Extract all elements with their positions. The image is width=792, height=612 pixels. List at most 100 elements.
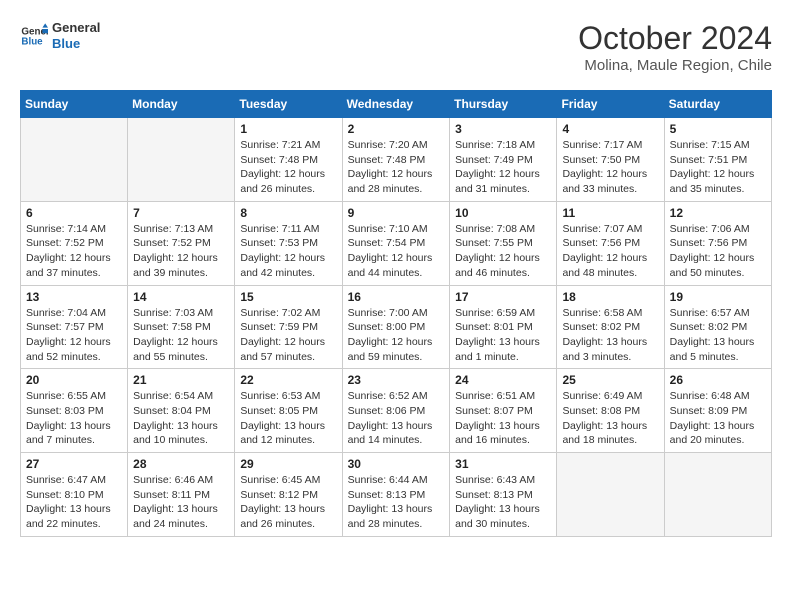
day-number: 19 <box>670 290 766 304</box>
weekday-header-wednesday: Wednesday <box>342 91 450 118</box>
svg-text:Blue: Blue <box>21 36 43 47</box>
weekday-header-tuesday: Tuesday <box>235 91 342 118</box>
calendar-cell: 21Sunrise: 6:54 AM Sunset: 8:04 PM Dayli… <box>128 369 235 453</box>
calendar-cell: 16 Sunrise: 7:00 AM Sunset: 8:00 PM Dayli… <box>342 285 450 369</box>
day-info: Sunrise: 6:43 AM Sunset: 8:13 PM Dayligh… <box>455 473 551 532</box>
calendar-week-row: 27 Sunrise: 6:47 AM Sunset: 8:10 PM Dayli… <box>21 453 772 537</box>
month-year-title: October 2024 <box>578 20 772 57</box>
day-number: 14 <box>133 290 229 304</box>
calendar-week-row: 20 Sunrise: 6:55 AM Sunset: 8:03 PM Dayli… <box>21 369 772 453</box>
day-number: 20 <box>26 373 122 387</box>
day-number: 29 <box>240 457 336 471</box>
logo: General Blue General Blue <box>20 20 100 51</box>
day-number: 27 <box>26 457 122 471</box>
day-info: Sunrise: 6:48 AM Sunset: 8:09 PM Dayligh… <box>670 389 766 448</box>
logo-text-blue: Blue <box>52 36 100 52</box>
day-number: 17 <box>455 290 551 304</box>
day-info: Sunrise: 7:20 AM Sunset: 7:48 PM Dayligh… <box>348 138 445 197</box>
calendar-cell: 15Sunrise: 7:02 AM Sunset: 7:59 PM Dayli… <box>235 285 342 369</box>
day-number: 10 <box>455 206 551 220</box>
calendar-cell: 28 Sunrise: 6:46 AM Sunset: 8:11 PM Dayli… <box>128 453 235 537</box>
title-block: October 2024 Molina, Maule Region, Chile <box>578 20 772 74</box>
calendar-table: SundayMondayTuesdayWednesdayThursdayFrid… <box>20 90 772 537</box>
calendar-cell: 2Sunrise: 7:20 AM Sunset: 7:48 PM Daylig… <box>342 118 450 202</box>
day-info: Sunrise: 7:17 AM Sunset: 7:50 PM Dayligh… <box>562 138 658 197</box>
day-info: Sunrise: 6:47 AM Sunset: 8:10 PM Dayligh… <box>26 473 122 532</box>
day-info: Sunrise: 7:07 AM Sunset: 7:56 PM Dayligh… <box>562 222 658 281</box>
weekday-header-sunday: Sunday <box>21 91 128 118</box>
day-info: Sunrise: 6:54 AM Sunset: 8:04 PM Dayligh… <box>133 389 229 448</box>
day-number: 16 <box>348 290 445 304</box>
calendar-cell: 17 Sunrise: 6:59 AM Sunset: 8:01 PM Dayli… <box>450 285 557 369</box>
calendar-cell: 3 Sunrise: 7:18 AM Sunset: 7:49 PM Daylig… <box>450 118 557 202</box>
weekday-header-monday: Monday <box>128 91 235 118</box>
day-info: Sunrise: 6:49 AM Sunset: 8:08 PM Dayligh… <box>562 389 658 448</box>
calendar-week-row: 1Sunrise: 7:21 AM Sunset: 7:48 PM Daylig… <box>21 118 772 202</box>
logo-icon: General Blue <box>20 22 48 50</box>
day-info: Sunrise: 6:53 AM Sunset: 8:05 PM Dayligh… <box>240 389 336 448</box>
day-number: 8 <box>240 206 336 220</box>
day-info: Sunrise: 7:18 AM Sunset: 7:49 PM Dayligh… <box>455 138 551 197</box>
calendar-cell <box>128 118 235 202</box>
calendar-cell: 27 Sunrise: 6:47 AM Sunset: 8:10 PM Dayli… <box>21 453 128 537</box>
day-number: 25 <box>562 373 658 387</box>
calendar-cell: 26Sunrise: 6:48 AM Sunset: 8:09 PM Dayli… <box>664 369 771 453</box>
day-info: Sunrise: 7:08 AM Sunset: 7:55 PM Dayligh… <box>455 222 551 281</box>
day-info: Sunrise: 7:11 AM Sunset: 7:53 PM Dayligh… <box>240 222 336 281</box>
day-info: Sunrise: 7:00 AM Sunset: 8:00 PM Dayligh… <box>348 306 445 365</box>
calendar-cell: 9 Sunrise: 7:10 AM Sunset: 7:54 PM Daylig… <box>342 201 450 285</box>
calendar-week-row: 13Sunrise: 7:04 AM Sunset: 7:57 PM Dayli… <box>21 285 772 369</box>
day-info: Sunrise: 7:06 AM Sunset: 7:56 PM Dayligh… <box>670 222 766 281</box>
day-number: 3 <box>455 122 551 136</box>
calendar-cell: 14 Sunrise: 7:03 AM Sunset: 7:58 PM Dayli… <box>128 285 235 369</box>
day-number: 28 <box>133 457 229 471</box>
calendar-cell: 4 Sunrise: 7:17 AM Sunset: 7:50 PM Daylig… <box>557 118 664 202</box>
day-info: Sunrise: 6:52 AM Sunset: 8:06 PM Dayligh… <box>348 389 445 448</box>
day-number: 31 <box>455 457 551 471</box>
day-info: Sunrise: 6:51 AM Sunset: 8:07 PM Dayligh… <box>455 389 551 448</box>
calendar-cell: 19 Sunrise: 6:57 AM Sunset: 8:02 PM Dayli… <box>664 285 771 369</box>
day-info: Sunrise: 6:58 AM Sunset: 8:02 PM Dayligh… <box>562 306 658 365</box>
weekday-header-thursday: Thursday <box>450 91 557 118</box>
calendar-cell: 8 Sunrise: 7:11 AM Sunset: 7:53 PM Daylig… <box>235 201 342 285</box>
calendar-cell: 25 Sunrise: 6:49 AM Sunset: 8:08 PM Dayli… <box>557 369 664 453</box>
calendar-cell: 12 Sunrise: 7:06 AM Sunset: 7:56 PM Dayli… <box>664 201 771 285</box>
calendar-cell: 22 Sunrise: 6:53 AM Sunset: 8:05 PM Dayli… <box>235 369 342 453</box>
day-info: Sunrise: 7:10 AM Sunset: 7:54 PM Dayligh… <box>348 222 445 281</box>
day-number: 4 <box>562 122 658 136</box>
day-number: 6 <box>26 206 122 220</box>
calendar-cell: 5Sunrise: 7:15 AM Sunset: 7:51 PM Daylig… <box>664 118 771 202</box>
day-info: Sunrise: 6:57 AM Sunset: 8:02 PM Dayligh… <box>670 306 766 365</box>
day-info: Sunrise: 7:13 AM Sunset: 7:52 PM Dayligh… <box>133 222 229 281</box>
day-info: Sunrise: 7:02 AM Sunset: 7:59 PM Dayligh… <box>240 306 336 365</box>
calendar-cell: 10 Sunrise: 7:08 AM Sunset: 7:55 PM Dayli… <box>450 201 557 285</box>
calendar-cell: 29Sunrise: 6:45 AM Sunset: 8:12 PM Dayli… <box>235 453 342 537</box>
calendar-header-row: SundayMondayTuesdayWednesdayThursdayFrid… <box>21 91 772 118</box>
calendar-cell <box>664 453 771 537</box>
day-number: 11 <box>562 206 658 220</box>
day-number: 24 <box>455 373 551 387</box>
day-info: Sunrise: 7:14 AM Sunset: 7:52 PM Dayligh… <box>26 222 122 281</box>
day-number: 9 <box>348 206 445 220</box>
day-number: 13 <box>26 290 122 304</box>
day-info: Sunrise: 6:46 AM Sunset: 8:11 PM Dayligh… <box>133 473 229 532</box>
day-number: 12 <box>670 206 766 220</box>
calendar-cell <box>557 453 664 537</box>
day-number: 22 <box>240 373 336 387</box>
calendar-cell: 13Sunrise: 7:04 AM Sunset: 7:57 PM Dayli… <box>21 285 128 369</box>
calendar-cell <box>21 118 128 202</box>
weekday-header-saturday: Saturday <box>664 91 771 118</box>
calendar-cell: 30Sunrise: 6:44 AM Sunset: 8:13 PM Dayli… <box>342 453 450 537</box>
calendar-cell: 6 Sunrise: 7:14 AM Sunset: 7:52 PM Daylig… <box>21 201 128 285</box>
calendar-cell: 20 Sunrise: 6:55 AM Sunset: 8:03 PM Dayli… <box>21 369 128 453</box>
calendar-week-row: 6 Sunrise: 7:14 AM Sunset: 7:52 PM Daylig… <box>21 201 772 285</box>
day-number: 5 <box>670 122 766 136</box>
calendar-cell: 7Sunrise: 7:13 AM Sunset: 7:52 PM Daylig… <box>128 201 235 285</box>
day-info: Sunrise: 7:03 AM Sunset: 7:58 PM Dayligh… <box>133 306 229 365</box>
calendar-cell: 31 Sunrise: 6:43 AM Sunset: 8:13 PM Dayli… <box>450 453 557 537</box>
day-info: Sunrise: 6:55 AM Sunset: 8:03 PM Dayligh… <box>26 389 122 448</box>
day-info: Sunrise: 6:59 AM Sunset: 8:01 PM Dayligh… <box>455 306 551 365</box>
calendar-cell: 1Sunrise: 7:21 AM Sunset: 7:48 PM Daylig… <box>235 118 342 202</box>
location-subtitle: Molina, Maule Region, Chile <box>578 57 772 74</box>
day-number: 23 <box>348 373 445 387</box>
